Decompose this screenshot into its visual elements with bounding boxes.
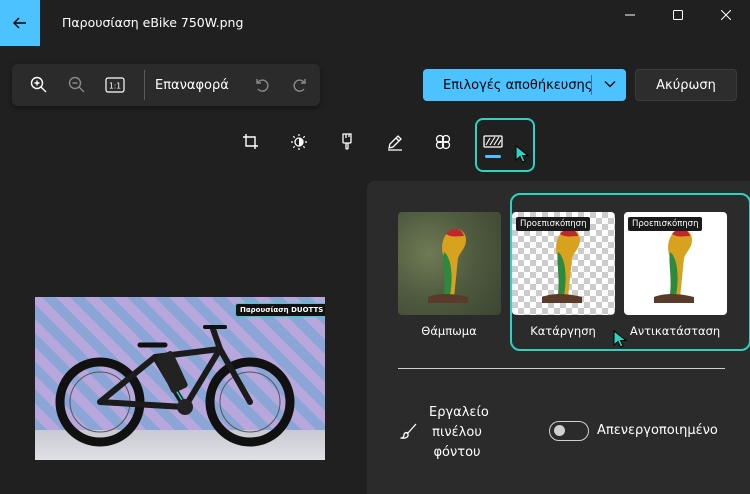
redo-icon bbox=[293, 79, 306, 92]
preview-tag: Προεπισκόπηση bbox=[516, 217, 591, 231]
retouch-icon bbox=[435, 134, 451, 150]
preview-badge: Παρουσίαση DUOTTS 29" bbox=[235, 303, 325, 317]
undo-icon bbox=[256, 79, 269, 92]
tab-adjust[interactable] bbox=[284, 127, 314, 157]
tab-markup[interactable] bbox=[380, 127, 410, 157]
close-icon bbox=[721, 10, 731, 20]
window-title: Παρουσίαση eBike 750W.png bbox=[62, 15, 244, 30]
brush-tool-label: Εργαλείο πινέλου φόντου bbox=[429, 405, 489, 460]
minimize-button[interactable] bbox=[606, 0, 654, 30]
actual-size-label: 1:1 bbox=[109, 82, 121, 91]
toolbar-divider bbox=[144, 70, 145, 100]
maximize-button[interactable] bbox=[654, 0, 702, 30]
maximize-icon bbox=[673, 10, 683, 20]
save-options-button[interactable]: Επιλογές αποθήκευσης bbox=[423, 69, 626, 101]
arrow-left-icon bbox=[13, 17, 26, 29]
replace-option[interactable]: Προεπισκόπηση bbox=[624, 212, 727, 315]
ebike-icon bbox=[55, 325, 295, 447]
redo-button[interactable] bbox=[281, 68, 319, 102]
mouse-cursor-icon bbox=[515, 145, 529, 163]
cancel-button[interactable]: Ακύρωση bbox=[635, 69, 737, 101]
crop-icon bbox=[243, 134, 258, 149]
actual-size-icon: 1:1 bbox=[105, 77, 125, 93]
preview-tag: Προεπισκόπηση bbox=[628, 217, 703, 231]
mouse-cursor-icon bbox=[613, 330, 627, 348]
brush-tool-toggle[interactable] bbox=[549, 421, 589, 441]
panel-divider bbox=[398, 368, 725, 369]
tab-retouch[interactable] bbox=[428, 127, 458, 157]
minimize-icon bbox=[625, 14, 635, 16]
remove-option-label: Κατάργηση bbox=[530, 324, 596, 338]
window-controls bbox=[606, 0, 750, 30]
zoom-out-button[interactable] bbox=[58, 68, 96, 102]
chevron-down-icon[interactable] bbox=[604, 78, 616, 90]
tab-crop[interactable] bbox=[236, 127, 266, 157]
blur-option[interactable] bbox=[398, 212, 501, 315]
zoom-toolbar: 1:1 Επαναφορά bbox=[12, 64, 320, 106]
parrot-icon bbox=[428, 228, 468, 303]
zoom-out-icon bbox=[68, 76, 85, 93]
actual-size-button[interactable]: 1:1 bbox=[96, 68, 134, 102]
tab-filter[interactable] bbox=[332, 127, 362, 157]
background-panel: Θάμπωμα Προεπισκόπηση Κατάργηση Προεπισκ… bbox=[367, 181, 750, 494]
zoom-in-icon bbox=[30, 76, 47, 93]
image-preview[interactable]: Παρουσίαση DUOTTS 29" bbox=[35, 297, 325, 460]
active-tab-indicator bbox=[485, 155, 501, 158]
brush-icon bbox=[400, 423, 417, 439]
replace-option-label: Αντικατάσταση bbox=[629, 324, 721, 338]
close-button[interactable] bbox=[702, 0, 750, 30]
blur-option-label: Θάμπωμα bbox=[421, 324, 477, 338]
remove-option[interactable]: Προεπισκόπηση bbox=[512, 212, 615, 315]
tab-background[interactable] bbox=[478, 127, 508, 157]
filter-icon bbox=[342, 133, 352, 150]
save-split-divider bbox=[591, 75, 592, 95]
toggle-label: Απενεργοποιημένο bbox=[597, 423, 718, 438]
toggle-knob bbox=[554, 425, 565, 436]
adjust-icon bbox=[291, 134, 307, 150]
back-button[interactable] bbox=[0, 0, 40, 46]
markup-icon bbox=[388, 135, 402, 151]
save-options-label: Επιλογές αποθήκευσης bbox=[443, 77, 593, 93]
zoom-in-button[interactable] bbox=[20, 68, 58, 102]
undo-button[interactable] bbox=[243, 68, 281, 102]
background-icon bbox=[483, 135, 503, 148]
reset-button[interactable]: Επαναφορά bbox=[155, 78, 229, 93]
